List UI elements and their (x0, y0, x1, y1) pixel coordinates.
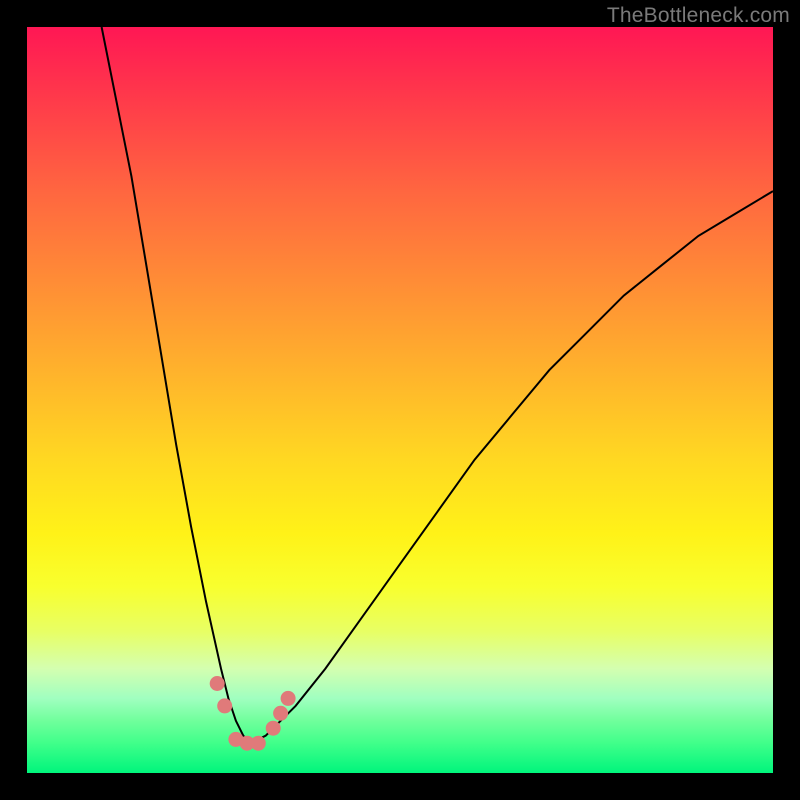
marker-dot (266, 721, 281, 736)
chart-plot-area (27, 27, 773, 773)
chart-svg (27, 27, 773, 773)
left-curve (102, 27, 251, 743)
marker-dot (281, 691, 296, 706)
marker-dot (210, 676, 225, 691)
right-curve (251, 191, 773, 743)
marker-dot (217, 698, 232, 713)
marker-dot (251, 736, 266, 751)
markers-group (210, 676, 296, 751)
marker-dot (273, 706, 288, 721)
watermark-text: TheBottleneck.com (607, 4, 790, 28)
